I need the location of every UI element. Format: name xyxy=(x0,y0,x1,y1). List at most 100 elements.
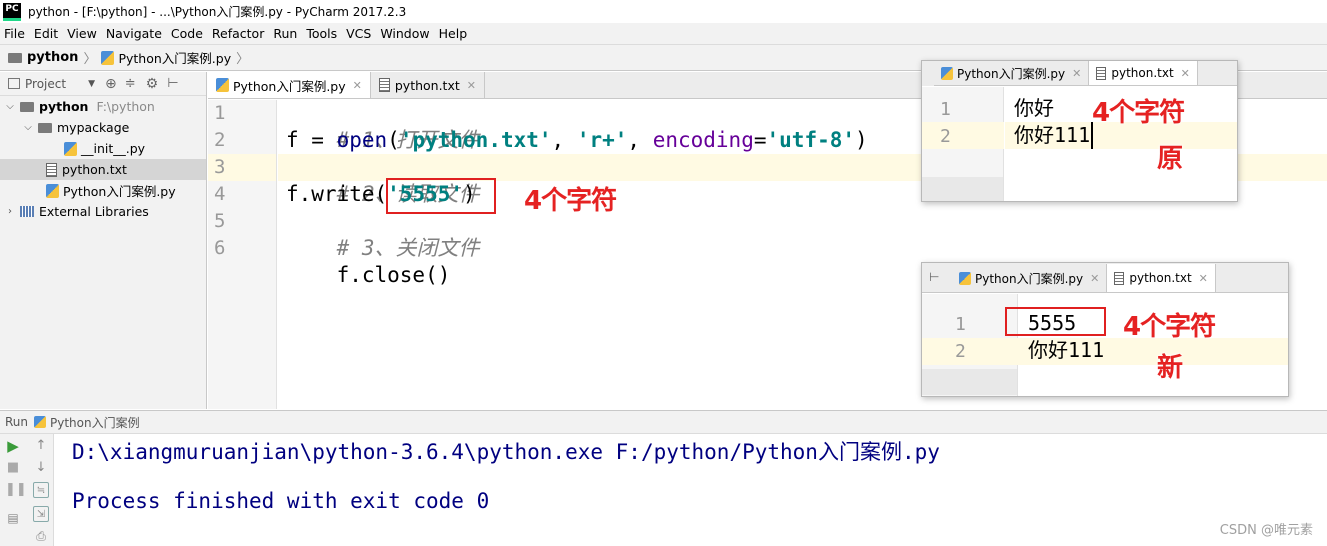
tab-python-txt[interactable]: python.txt ✕ xyxy=(371,72,485,98)
menu-vcs[interactable]: VCS xyxy=(346,26,371,41)
code-token: ( xyxy=(387,128,400,152)
hide-panel-icon[interactable]: ⊢ xyxy=(167,76,178,91)
python-file-icon xyxy=(941,66,953,80)
menu-navigate[interactable]: Navigate xyxy=(106,26,162,41)
original-file-popup: Python入门案例.py ✕ python.txt ✕ 1 2 你好 你好11… xyxy=(921,60,1238,202)
tab-label: Python入门案例.py xyxy=(957,66,1066,81)
tree-item-mypackage[interactable]: ⌵ mypackage xyxy=(0,117,206,138)
current-line-highlight xyxy=(922,338,1288,365)
code-token: = xyxy=(753,128,767,152)
python-file-icon xyxy=(64,141,77,156)
menu-help[interactable]: Help xyxy=(439,26,468,41)
tab-python-txt[interactable]: python.txt ✕ xyxy=(1107,264,1216,292)
pin-icon[interactable]: ⊢ xyxy=(929,270,939,284)
window-title: python - [F:\python] - ...\Python入门案例.py… xyxy=(28,5,407,19)
code-token: f = xyxy=(286,128,337,152)
close-icon[interactable]: ✕ xyxy=(1181,67,1190,80)
pause-icon[interactable]: ❚❚ xyxy=(5,482,27,498)
folder-icon xyxy=(8,52,22,63)
title-bar: PC python - [F:\python] - ...\Python入门案例… xyxy=(0,0,1327,23)
code-string: 'utf-8' xyxy=(766,128,856,152)
tree-item-external-libraries[interactable]: › External Libraries xyxy=(0,201,206,222)
highlight-box xyxy=(386,178,496,214)
menu-file[interactable]: File xyxy=(4,26,25,41)
close-icon[interactable]: ✕ xyxy=(1072,67,1081,80)
menu-window[interactable]: Window xyxy=(380,26,429,41)
soft-wrap-icon[interactable]: ≒ xyxy=(33,482,49,498)
tab-python-intro-py[interactable]: Python入门案例.py ✕ xyxy=(208,72,371,98)
expanded-arrow-icon[interactable]: ⌵ xyxy=(4,101,16,112)
code-token: f.write( xyxy=(286,182,388,206)
run-console[interactable]: D:\xiangmuruanjian\python-3.6.4\python.e… xyxy=(55,434,1327,546)
menu-refactor[interactable]: Refactor xyxy=(212,26,264,41)
tree-item-init-py[interactable]: __init__.py xyxy=(0,138,206,159)
editor-gutter: 1 2 3 4 5 6 xyxy=(208,100,277,409)
menu-run[interactable]: Run xyxy=(273,26,297,41)
annotation-label: 4个字符 xyxy=(524,186,617,216)
collapse-all-icon[interactable]: ≑ xyxy=(125,76,136,91)
stop-icon[interactable]: ■ xyxy=(5,460,21,476)
gutter-shade xyxy=(922,177,1003,201)
console-line: D:\xiangmuruanjian\python-3.6.4\python.e… xyxy=(72,440,940,464)
popup-tabs: Python入门案例.py ✕ python.txt ✕ xyxy=(934,61,1237,86)
text-line-2[interactable]: 你好111 xyxy=(1028,337,1104,364)
run-config-name[interactable]: Python入门案例 xyxy=(50,414,140,431)
menu-bar: File Edit View Navigate Code Refactor Ru… xyxy=(0,23,1327,44)
rerun-icon[interactable]: ▶ xyxy=(5,438,21,454)
scroll-to-end-icon[interactable]: ⇲ xyxy=(33,506,49,522)
code-token: , xyxy=(627,128,653,152)
text-file-icon xyxy=(46,162,57,177)
tree-item-label: __init__.py xyxy=(81,141,146,156)
project-view-selector[interactable]: Project xyxy=(25,77,66,91)
tree-item-label: python.txt xyxy=(62,162,127,177)
close-icon[interactable]: ✕ xyxy=(1199,272,1208,285)
expanded-arrow-icon[interactable]: ⌵ xyxy=(22,122,34,133)
menu-tools[interactable]: Tools xyxy=(306,26,337,41)
line-number: 2 xyxy=(955,341,966,362)
code-token: ) xyxy=(855,128,868,152)
package-folder-icon xyxy=(38,122,52,133)
code-line-1: # 1、打开文件 xyxy=(286,100,480,152)
scroll-up-icon[interactable]: ↑ xyxy=(33,438,49,454)
gear-icon[interactable]: ⚙ xyxy=(146,76,159,92)
layout-icon[interactable]: ▤ xyxy=(5,510,21,526)
menu-code[interactable]: Code xyxy=(171,26,203,41)
menu-view[interactable]: View xyxy=(67,26,97,41)
tab-python-txt[interactable]: python.txt ✕ xyxy=(1089,61,1198,85)
library-icon xyxy=(20,206,34,217)
collapsed-arrow-icon[interactable]: › xyxy=(4,206,16,217)
code-builtin: open xyxy=(336,128,388,152)
close-icon[interactable]: ✕ xyxy=(467,79,476,92)
scroll-down-icon[interactable]: ↓ xyxy=(33,460,49,476)
menu-edit[interactable]: Edit xyxy=(34,26,58,41)
tree-item-python-txt[interactable]: python.txt xyxy=(0,159,206,180)
tree-item-python-root[interactable]: ⌵ python F:\python xyxy=(0,96,206,117)
code-line-2: f = open('python.txt', 'r+', encoding='u… xyxy=(286,127,868,154)
line-number: 5 xyxy=(214,210,226,232)
close-icon[interactable]: ✕ xyxy=(353,79,362,92)
tab-python-intro-py[interactable]: Python入门案例.py ✕ xyxy=(934,61,1090,85)
python-file-icon xyxy=(46,183,59,198)
line-number: 6 xyxy=(214,237,226,259)
dropdown-arrow-icon[interactable]: ▼ xyxy=(88,79,95,89)
locate-target-icon[interactable]: ⊕ xyxy=(105,76,117,92)
tree-item-python-intro-py[interactable]: Python入门案例.py xyxy=(0,180,206,201)
line-number: 1 xyxy=(955,314,966,335)
text-line-1[interactable]: 你好 xyxy=(1014,95,1054,122)
close-icon[interactable]: ✕ xyxy=(1090,272,1099,285)
annotation-original: 原 xyxy=(1157,144,1183,174)
tab-python-intro-py[interactable]: Python入门案例.py ✕ xyxy=(952,264,1108,292)
text-file-icon xyxy=(378,78,390,92)
breadcrumb-project[interactable]: python xyxy=(27,50,78,65)
tree-item-path: F:\python xyxy=(96,99,155,114)
code-string: 'python.txt' xyxy=(399,128,552,152)
breadcrumb-file[interactable]: Python入门案例.py xyxy=(118,48,231,67)
annotation-label: 4个字符 xyxy=(1123,312,1216,342)
gutter-shade xyxy=(922,369,1017,395)
python-file-icon xyxy=(959,271,971,285)
text-file-icon xyxy=(1114,271,1125,285)
text-line-2[interactable]: 你好111 xyxy=(1014,122,1094,149)
line-number: 4 xyxy=(214,183,226,205)
watermark: CSDN @唯元素 xyxy=(1219,523,1313,538)
print-icon[interactable]: ⎙ xyxy=(33,528,49,544)
